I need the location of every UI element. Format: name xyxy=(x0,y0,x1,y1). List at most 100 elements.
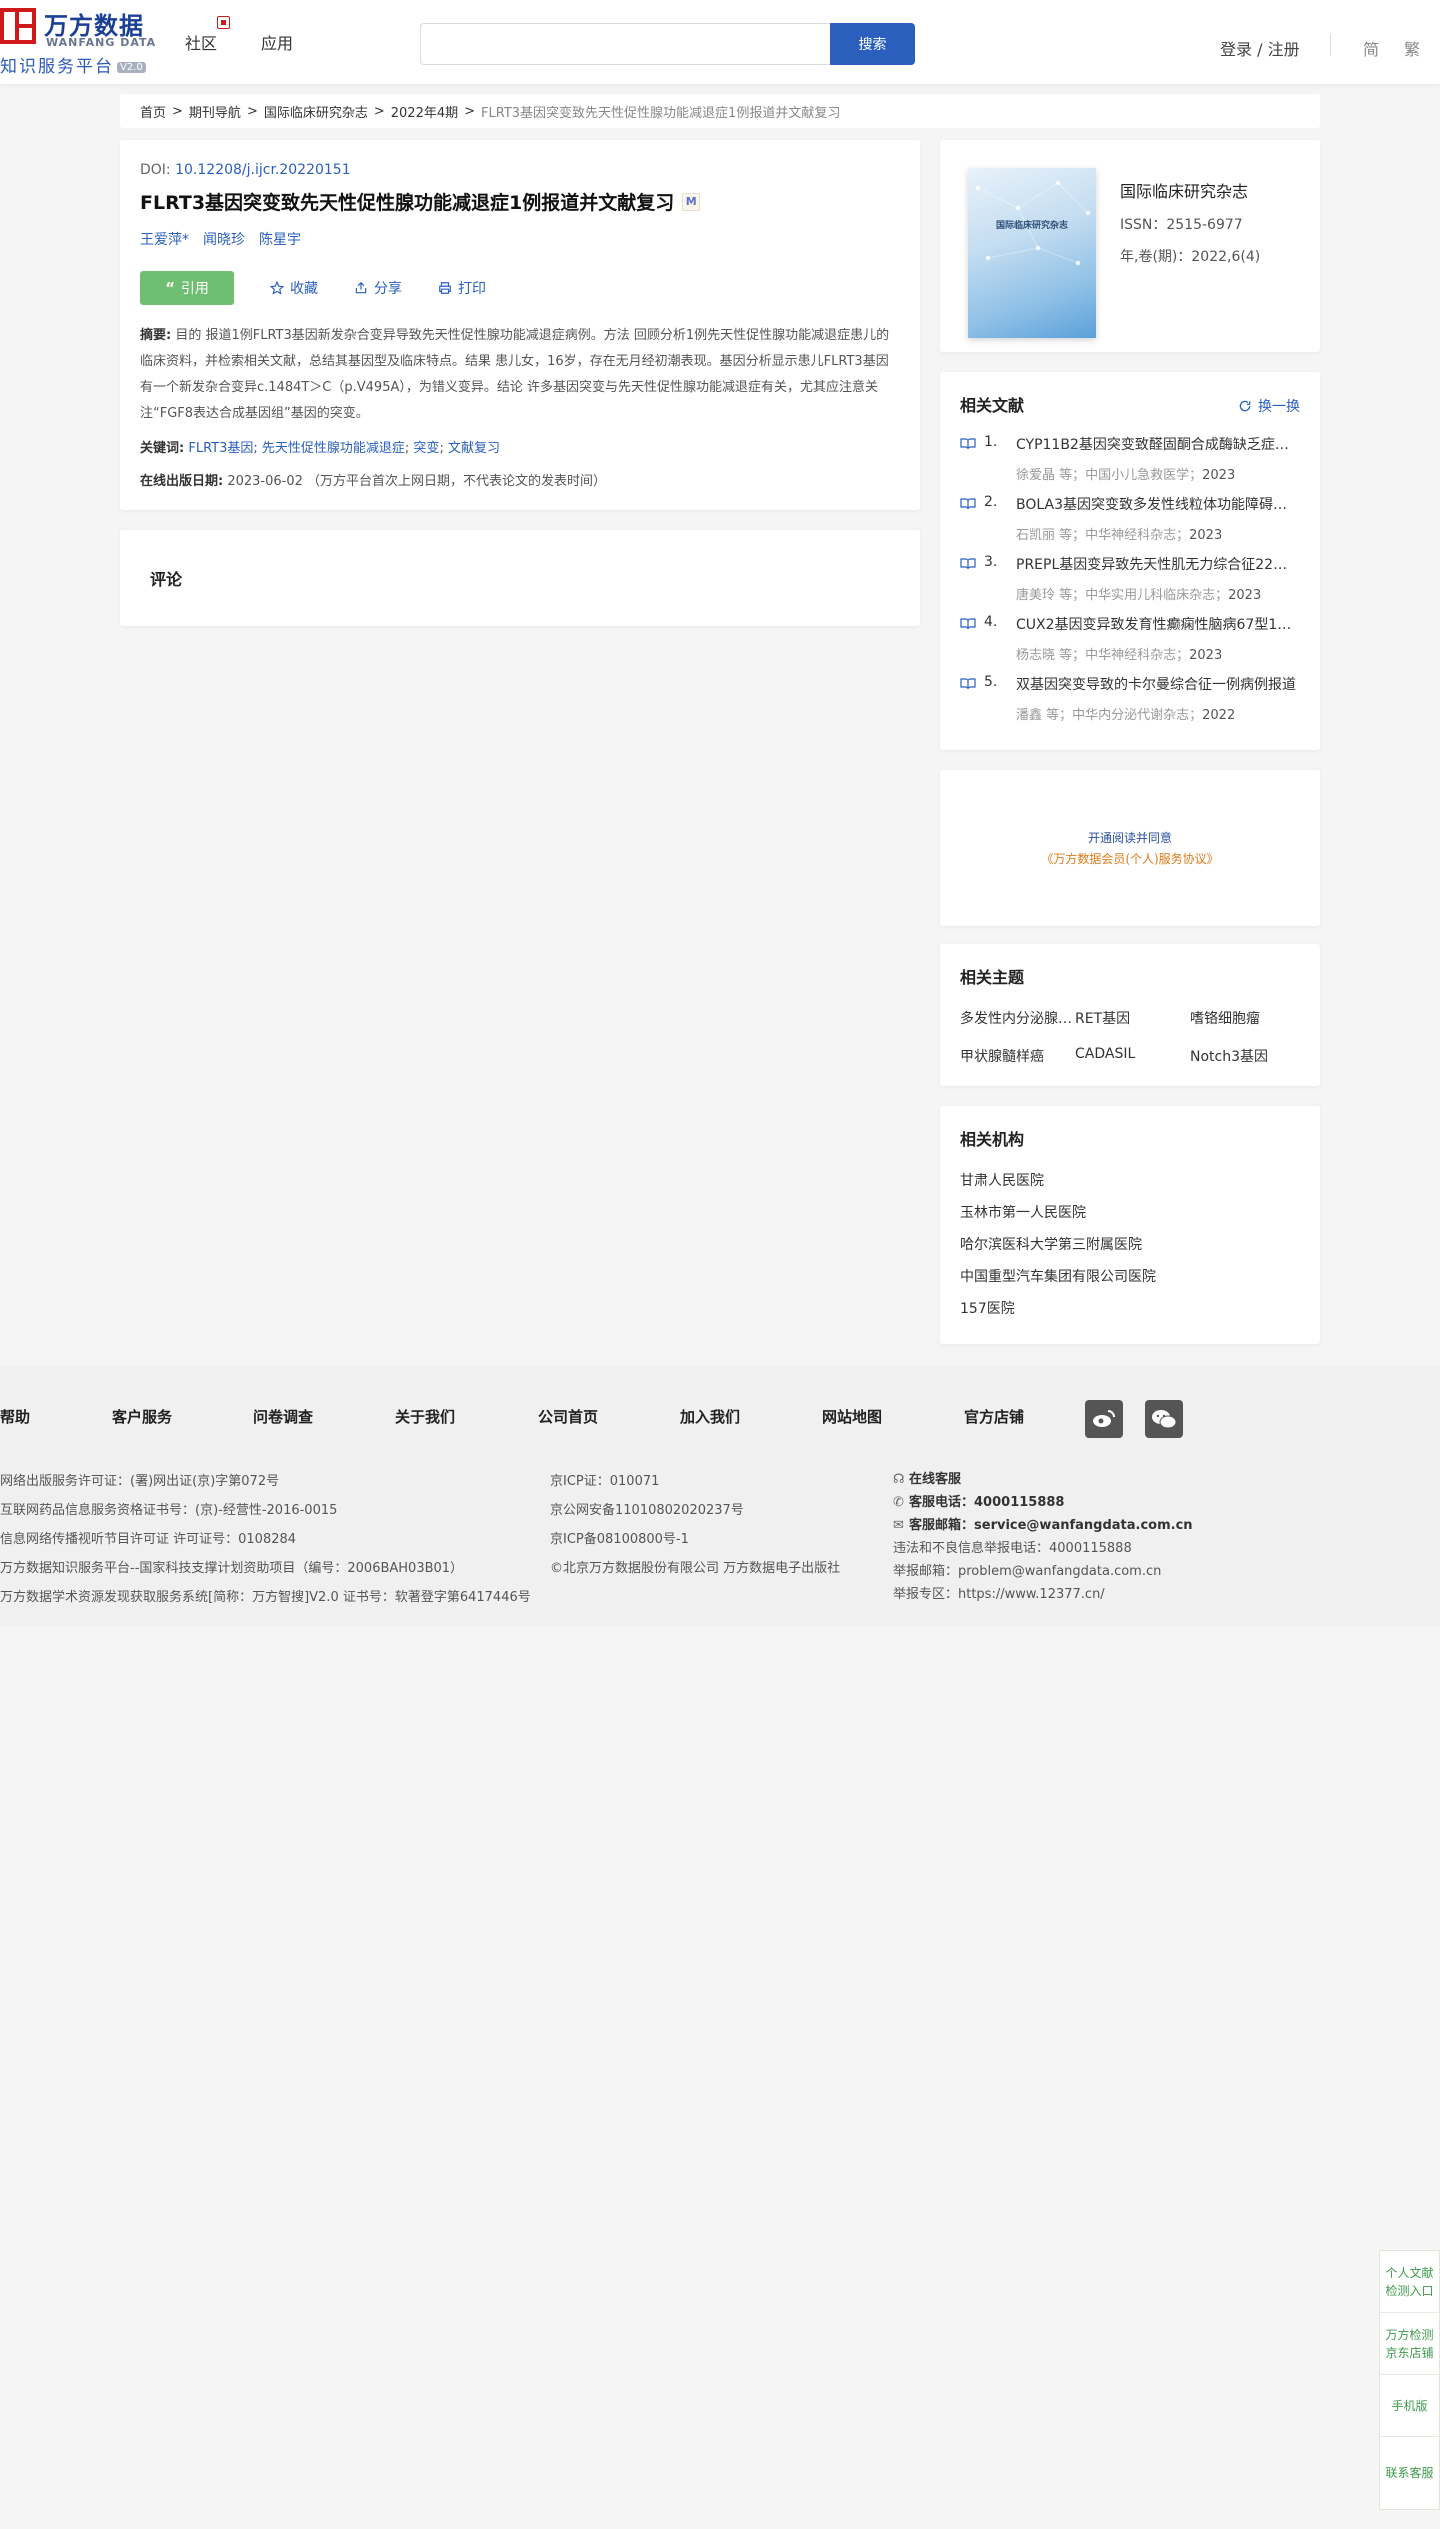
pubdate-label: 在线出版日期: xyxy=(140,474,224,489)
sidebar-contact[interactable]: 联系客服 xyxy=(1380,2437,1439,2509)
print-button[interactable]: 打印 xyxy=(438,278,486,298)
related-item-meta: 石凯丽 等；中华神经科杂志；2023 xyxy=(1016,524,1222,543)
license-line: 互联网药品信息服务资格证书号：(京)-经营性-2016-0015 xyxy=(0,1503,338,1518)
search-input[interactable] xyxy=(420,23,830,65)
related-item[interactable]: 3. PREPL基因变异致先天性肌无力综合征22型1例 唐美玲 等；中华实用儿科… xyxy=(960,554,1300,614)
login-register-link[interactable]: 登录 / 注册 xyxy=(1220,36,1300,60)
related-item[interactable]: 5. 双基因突变导致的卡尔曼综合征一例病例报道 潘鑫 等；中华内分泌代谢杂志；2… xyxy=(960,674,1300,734)
footer-link-help[interactable]: 帮助 xyxy=(0,1406,30,1427)
search-button[interactable]: 搜索 xyxy=(830,23,915,65)
footer-link-sitemap[interactable]: 网站地图 xyxy=(822,1406,882,1427)
report-phone: 违法和不良信息举报电话：4000115888 xyxy=(893,1541,1132,1556)
org-link[interactable]: 中国重型汽车集团有限公司医院 xyxy=(960,1266,1300,1298)
topic-link[interactable]: Notch3基因 xyxy=(1190,1046,1305,1066)
logo-subtitle: 知识服务平台 V2.0 xyxy=(0,52,146,77)
agreement-link[interactable]: 《万方数据会员(个人)服务协议》 xyxy=(1041,850,1218,867)
related-item-year: 2023 xyxy=(1202,468,1236,483)
printer-icon xyxy=(439,282,451,294)
nav-community[interactable]: 社区 xyxy=(185,16,230,54)
mail-icon: ✉ xyxy=(893,1518,904,1533)
footer-link-join[interactable]: 加入我们 xyxy=(680,1406,740,1427)
wechat-icon[interactable] xyxy=(1145,1400,1183,1438)
related-item[interactable]: 2. BOLA3基因突变致多发性线粒体功能障碍综合征2型1例 石凯丽 等；中华神… xyxy=(960,494,1300,554)
publish-date: 在线出版日期: 2023-06-02 （万方平台首次上网日期，不代表论文的发表时… xyxy=(140,470,900,489)
breadcrumb-sep: > xyxy=(373,103,385,119)
pubdate-value: 2023-06-02 xyxy=(227,474,303,489)
footer-link-store[interactable]: 官方店铺 xyxy=(964,1406,1024,1427)
org-link[interactable]: 甘肃人民医院 xyxy=(960,1170,1300,1202)
service-phone-value: 4000115888 xyxy=(974,1495,1065,1510)
related-item-title[interactable]: BOLA3基因突变致多发性线粒体功能障碍综合征2型1例 xyxy=(1016,494,1300,514)
footer-link-service[interactable]: 客户服务 xyxy=(112,1406,172,1427)
mendeley-icon[interactable]: M xyxy=(682,192,701,211)
footer-link-survey[interactable]: 问卷调查 xyxy=(253,1406,313,1427)
sidebar-jd-store[interactable]: 万方检测京东店铺 xyxy=(1380,2313,1439,2375)
author-link[interactable]: 陈星宇 xyxy=(259,229,301,249)
report-zone[interactable]: 举报专区：https://www.12377.cn/ xyxy=(893,1583,1193,1606)
doi: DOI: 10.12208/j.ijcr.20220151 xyxy=(140,162,900,178)
related-num: 5. xyxy=(984,674,998,690)
share-button[interactable]: 分享 xyxy=(354,278,402,298)
keyword-link[interactable]: 文献复习 xyxy=(448,441,500,456)
swap-button[interactable]: 换一换 xyxy=(1238,396,1300,416)
topic-link[interactable]: RET基因 xyxy=(1075,1008,1190,1028)
author-link[interactable]: 闻晓珍 xyxy=(203,229,245,249)
org-link[interactable]: 哈尔滨医科大学第三附属医院 xyxy=(960,1234,1300,1266)
related-item[interactable]: 1. CYP11B2基因突变致醛固酮合成酶缺乏症一例报道并文献复习 徐爱晶 等；… xyxy=(960,434,1300,494)
related-num: 3. xyxy=(984,554,998,570)
footer-link-home[interactable]: 公司首页 xyxy=(538,1406,598,1427)
license-line: 万方数据知识服务平台--国家科技支撑计划资助项目（编号：2006BAH03B01… xyxy=(0,1561,464,1576)
doi-link[interactable]: 10.12208/j.ijcr.20220151 xyxy=(175,162,351,178)
related-item[interactable]: 4. CUX2基因变异致发育性癫痫性脑病67型1例报道 杨志晓 等；中华神经科杂… xyxy=(960,614,1300,674)
topic-link[interactable]: 甲状腺髓样癌 xyxy=(960,1046,1075,1066)
sidebar-mobile[interactable]: 手机版 xyxy=(1380,2375,1439,2437)
weibo-icon[interactable] xyxy=(1085,1400,1123,1438)
favorite-label: 收藏 xyxy=(290,281,318,297)
online-service-label: 在线客服 xyxy=(909,1472,962,1487)
related-item-source: 潘鑫 等；中华内分泌代谢杂志； xyxy=(1016,708,1203,723)
service-email-label: 客服邮箱： xyxy=(909,1518,975,1533)
related-item-meta: 徐爱晶 等；中国小儿急救医学；2023 xyxy=(1016,464,1235,483)
icp-line[interactable]: 京公网安备11010802020237号 xyxy=(550,1499,840,1528)
footer-link-about[interactable]: 关于我们 xyxy=(395,1406,455,1427)
org-link[interactable]: 玉林市第一人民医院 xyxy=(960,1202,1300,1234)
topic-link[interactable]: CADASIL xyxy=(1075,1046,1190,1066)
cite-button[interactable]: “ 引用 xyxy=(140,271,234,305)
author-link[interactable]: 王爱萍* xyxy=(140,229,189,249)
journal-cover[interactable]: 国际临床研究杂志 xyxy=(968,168,1096,338)
journal-name[interactable]: 国际临床研究杂志 xyxy=(1120,178,1248,202)
keyword-link[interactable]: 突变 xyxy=(413,441,439,456)
lang-simplified[interactable]: 简 xyxy=(1363,36,1379,60)
online-service[interactable]: ☊ 在线客服 xyxy=(893,1468,1193,1491)
breadcrumb-home[interactable]: 首页 xyxy=(140,102,166,121)
related-item-title[interactable]: CUX2基因变异致发育性癫痫性脑病67型1例报道 xyxy=(1016,614,1300,634)
keyword-link[interactable]: 先天性促性腺功能减退症 xyxy=(262,441,405,456)
book-icon xyxy=(960,558,976,570)
nav-apps[interactable]: 应用 xyxy=(261,30,293,54)
breadcrumb-journal[interactable]: 国际临床研究杂志 xyxy=(264,102,368,121)
book-icon xyxy=(960,618,976,630)
cover-title: 国际临床研究杂志 xyxy=(995,221,1068,231)
breadcrumb-issue[interactable]: 2022年4期 xyxy=(391,102,458,121)
logo[interactable]: 万方数据 WANFANG DATA 知识服务平台 V2.0 xyxy=(0,6,160,77)
report-email[interactable]: 举报邮箱：problem@wanfangdata.com.cn xyxy=(893,1560,1193,1583)
topic-link[interactable]: 嗜铬细胞瘤 xyxy=(1190,1008,1305,1028)
sidebar-detection-entry[interactable]: 个人文献检测入口 xyxy=(1380,2251,1439,2313)
breadcrumb-journals[interactable]: 期刊导航 xyxy=(189,102,241,121)
org-link[interactable]: 157医院 xyxy=(960,1298,1300,1330)
related-item-meta: 唐美玲 等；中华实用儿科临床杂志；2023 xyxy=(1016,584,1261,603)
lang-traditional[interactable]: 繁 xyxy=(1404,36,1420,60)
icp-line[interactable]: 京ICP备08100800号-1 xyxy=(550,1528,840,1557)
related-item-title[interactable]: CYP11B2基因突变致醛固酮合成酶缺乏症一例报道并文献复习 xyxy=(1016,434,1300,454)
related-literature: 相关文献 换一换 1. CYP11B2基因突变致醛固酮合成酶缺乏症一例报道并文献… xyxy=(940,372,1320,750)
topic-link[interactable]: 多发性内分泌腺瘤病 xyxy=(960,1008,1075,1028)
related-topics: 相关主题 多发性内分泌腺瘤病 RET基因 嗜铬细胞瘤 甲状腺髓样癌 CADASI… xyxy=(940,944,1320,1086)
service-email[interactable]: ✉ 客服邮箱：service@wanfangdata.com.cn xyxy=(893,1514,1193,1537)
book-icon xyxy=(960,438,976,450)
related-item-title[interactable]: PREPL基因变异致先天性肌无力综合征22型1例 xyxy=(1016,554,1300,574)
keyword-link[interactable]: FLRT3基因 xyxy=(188,441,253,456)
favorite-button[interactable]: 收藏 xyxy=(270,278,318,298)
breadcrumb-sep: > xyxy=(464,103,476,119)
related-item-title[interactable]: 双基因突变导致的卡尔曼综合征一例病例报道 xyxy=(1016,674,1300,694)
icp-line[interactable]: 京ICP证：010071 xyxy=(550,1470,840,1499)
